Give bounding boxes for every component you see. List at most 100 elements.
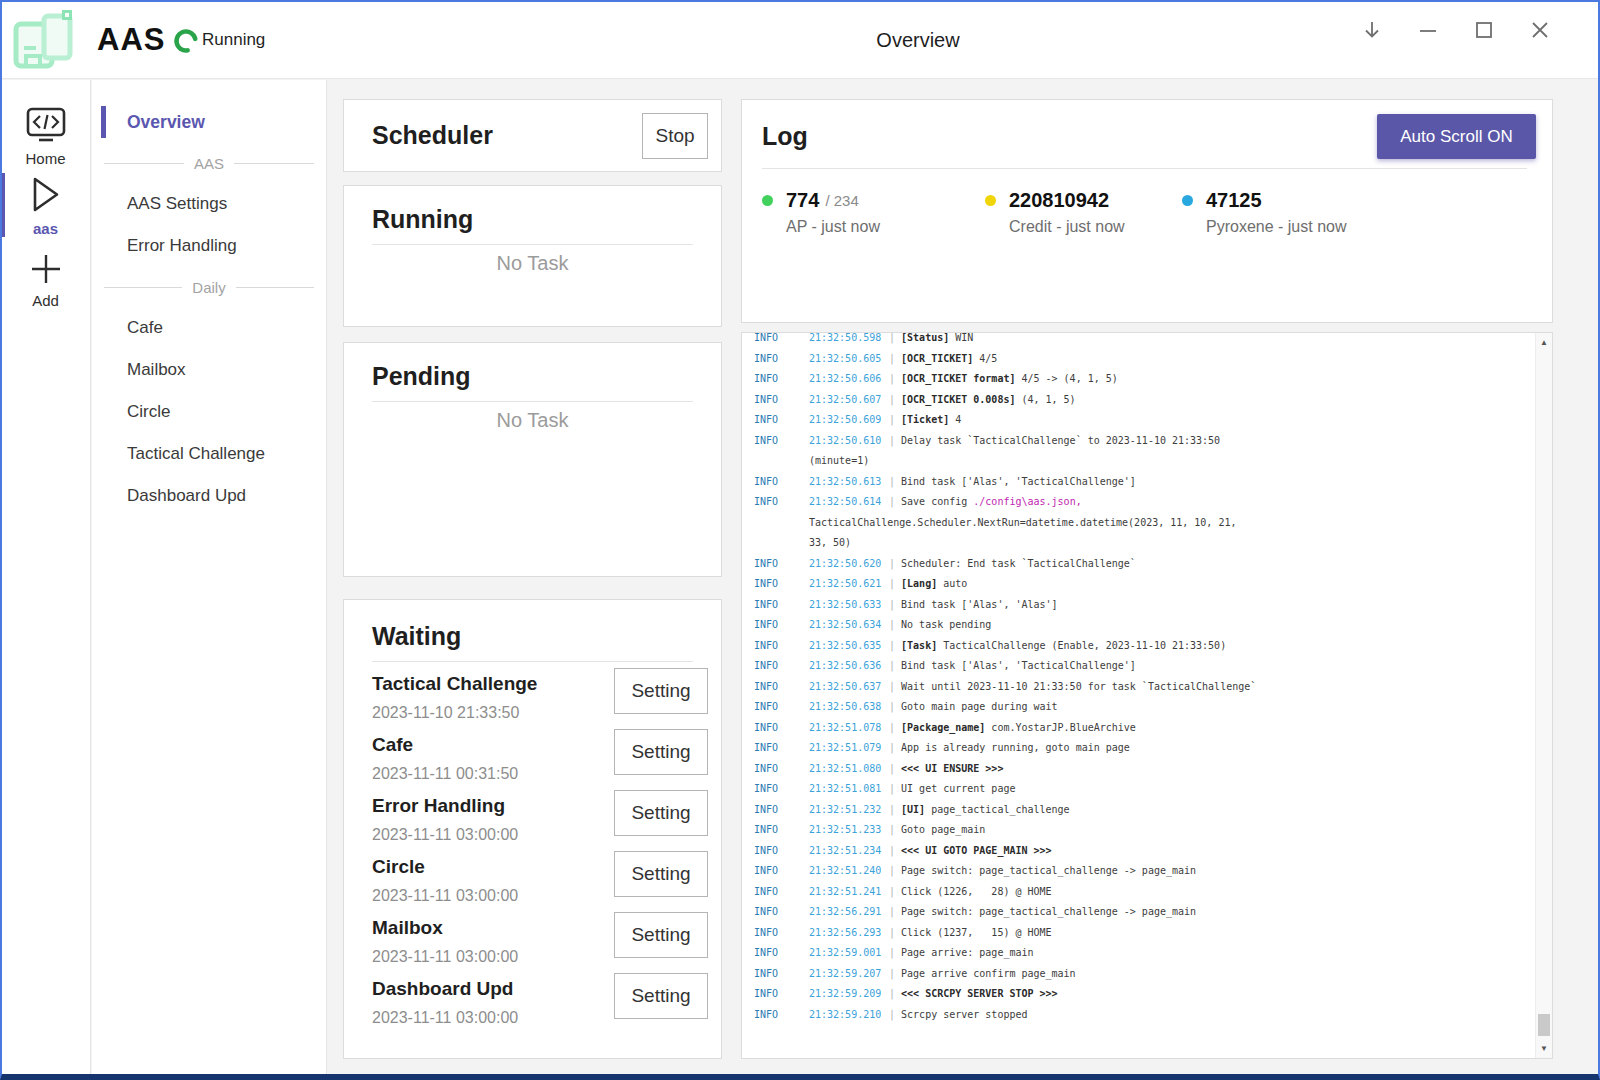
nav-item-aas-settings[interactable]: AAS Settings [92, 183, 326, 225]
task-next-run: 2023-11-11 03:00:00 [372, 1009, 518, 1027]
waiting-task-row: Tactical Challenge2023-11-10 21:33:50Set… [372, 668, 708, 729]
task-setting-button[interactable]: Setting [614, 851, 708, 897]
app-logo-icon [10, 8, 76, 72]
log-line: INFO21:32:50.635| [Task] TacticalChallen… [754, 636, 1532, 657]
divider [372, 661, 693, 662]
divider [372, 401, 693, 402]
log-line: INFO21:32:59.210| Scrcpy server stopped [754, 1005, 1532, 1026]
stat-value: 47125 [1206, 189, 1262, 212]
left-rail: Home aas Add [0, 80, 91, 1074]
stat-label: AP - just now [786, 218, 985, 236]
log-line: INFO21:32:50.598| [Status] WIN [754, 332, 1532, 349]
log-line: INFO21:32:50.620| Scheduler: End task `T… [754, 554, 1532, 575]
plus-icon [29, 252, 63, 286]
log-line: INFO21:32:51.234| <<< UI GOTO PAGE_MAIN … [754, 841, 1532, 862]
log-line: INFO21:32:50.613| Bind task ['Alas', 'Ta… [754, 472, 1532, 493]
scrollbar-thumb[interactable] [1538, 1014, 1550, 1036]
log-line: INFO21:32:51.078| [Package_name] com.Yos… [754, 718, 1532, 739]
waiting-task-row: Circle 2023-11-11 03:00:00 Setting [372, 851, 708, 912]
stat-dot-icon [762, 195, 773, 206]
task-name: Tactical Challenge [372, 673, 537, 695]
log-line: INFO21:32:50.610| Delay task `TacticalCh… [754, 431, 1532, 452]
page-title: Overview [876, 29, 959, 52]
stat-dot-icon [1182, 195, 1193, 206]
log-line: INFO21:32:56.293| Click (1237, 15) @ HOM… [754, 923, 1532, 944]
rail-item-label: aas [0, 220, 91, 237]
log-scrollbar[interactable]: ▲ ▼ [1535, 333, 1552, 1058]
task-next-run: 2023-11-11 03:00:00 [372, 948, 518, 966]
scheduler-title: Scheduler [372, 121, 493, 150]
nav-section-divider: Daily [92, 267, 326, 307]
log-line: INFO21:32:59.207| Page arrive confirm pa… [754, 964, 1532, 985]
log-output[interactable]: INFO21:32:50.598| [Status] WIN INFO21:32:… [741, 332, 1553, 1059]
log-title: Log [762, 122, 808, 151]
waiting-title: Waiting [372, 622, 708, 651]
task-next-run: 2023-11-11 00:31:50 [372, 765, 518, 783]
rail-item-aas[interactable]: aas [0, 175, 91, 237]
resource-stat: 774/ 234AP - just now [762, 188, 985, 236]
resource-stat: 220810942 Credit - just now [985, 188, 1182, 236]
task-setting-button[interactable]: Setting [614, 973, 708, 1019]
scroll-up-icon[interactable]: ▲ [1536, 338, 1552, 347]
log-line: INFO21:32:50.638| Goto main page during … [754, 697, 1532, 718]
waiting-task-row: Cafe2023-11-11 00:31:50Setting [372, 729, 708, 790]
stat-suffix: / 234 [825, 192, 858, 209]
task-next-run: 2023-11-11 03:00:00 [372, 887, 518, 905]
log-line: INFO21:32:59.001| Page arrive: page_main [754, 943, 1532, 964]
nav-item-error-handling[interactable]: Error Handling [92, 225, 326, 267]
minimize-button[interactable] [1412, 14, 1444, 46]
log-line: INFO21:32:51.240| Page switch: page_tact… [754, 861, 1532, 882]
scroll-down-icon[interactable]: ▼ [1536, 1044, 1552, 1053]
log-line: INFO21:32:50.614| Save config ./config\a… [754, 492, 1532, 513]
task-name: Circle [372, 856, 518, 878]
log-line: INFO21:32:51.081| UI get current page [754, 779, 1532, 800]
nav-panel: OverviewAASAAS SettingsError HandlingDai… [92, 80, 327, 1074]
close-button[interactable] [1524, 14, 1556, 46]
stop-button[interactable]: Stop [642, 113, 708, 159]
log-line: INFO21:32:50.621| [Lang] auto [754, 574, 1532, 595]
running-title: Running [372, 205, 693, 234]
auto-scroll-button[interactable]: Auto Scroll ON [1377, 114, 1536, 159]
pending-title: Pending [372, 362, 693, 391]
rail-item-label: Home [0, 150, 91, 167]
nav-item-cafe[interactable]: Cafe [92, 307, 326, 349]
nav-item-mailbox[interactable]: Mailbox [92, 349, 326, 391]
stat-label: Credit - just now [1009, 218, 1182, 236]
maximize-button[interactable] [1468, 14, 1500, 46]
app-status: Running [202, 30, 265, 50]
task-name: Mailbox [372, 917, 518, 939]
nav-item-circle[interactable]: Circle [92, 391, 326, 433]
app-name: AAS [97, 22, 165, 58]
nav-section-divider: AAS [92, 143, 326, 183]
log-line: INFO21:32:56.291| Page switch: page_tact… [754, 902, 1532, 923]
waiting-task-row: Mailbox 2023-11-11 03:00:00 Setting [372, 912, 708, 973]
download-arrow-button[interactable] [1356, 14, 1388, 46]
rail-item-home[interactable]: Home [0, 107, 91, 167]
log-line: INFO21:32:50.606| [OCR_TICKET format] 4/… [754, 369, 1532, 390]
task-setting-button[interactable]: Setting [614, 668, 708, 714]
divider [762, 168, 1527, 169]
waiting-task-row: Error Handling 2023-11-11 03:00:00 Setting [372, 790, 708, 851]
log-line: INFO21:32:50.634| No task pending [754, 615, 1532, 636]
task-name: Error Handling [372, 795, 518, 817]
log-line: INFO21:32:51.232| [UI] page_tactical_cha… [754, 800, 1532, 821]
nav-item-dashboard-upd[interactable]: Dashboard Upd [92, 475, 326, 517]
log-line: INFO21:32:51.241| Click (1226, 28) @ HOM… [754, 882, 1532, 903]
stat-dot-icon [985, 195, 996, 206]
log-line: INFO21:32:50.607| [OCR_TICKET 0.008s] (4… [754, 390, 1532, 411]
stat-value: 220810942 [1009, 189, 1109, 212]
resource-stat: 47125Pyroxene - just now [1182, 188, 1347, 236]
waiting-task-row: Dashboard Upd 2023-11-11 03:00:00 Setting [372, 973, 708, 1034]
rail-item-add[interactable]: Add [0, 252, 91, 309]
task-setting-button[interactable]: Setting [614, 912, 708, 958]
task-next-run: 2023-11-11 03:00:00 [372, 826, 518, 844]
code-monitor-icon [23, 107, 69, 144]
nav-item-overview[interactable]: Overview [92, 101, 326, 143]
nav-item-tactical-challenge[interactable]: Tactical Challenge [92, 433, 326, 475]
running-empty-label: No Task [372, 252, 693, 275]
log-line: (minute=1) [754, 451, 1532, 472]
task-setting-button[interactable]: Setting [614, 790, 708, 836]
task-name: Dashboard Upd [372, 978, 518, 1000]
log-line: INFO21:32:51.080| <<< UI ENSURE >>> [754, 759, 1532, 780]
task-setting-button[interactable]: Setting [614, 729, 708, 775]
